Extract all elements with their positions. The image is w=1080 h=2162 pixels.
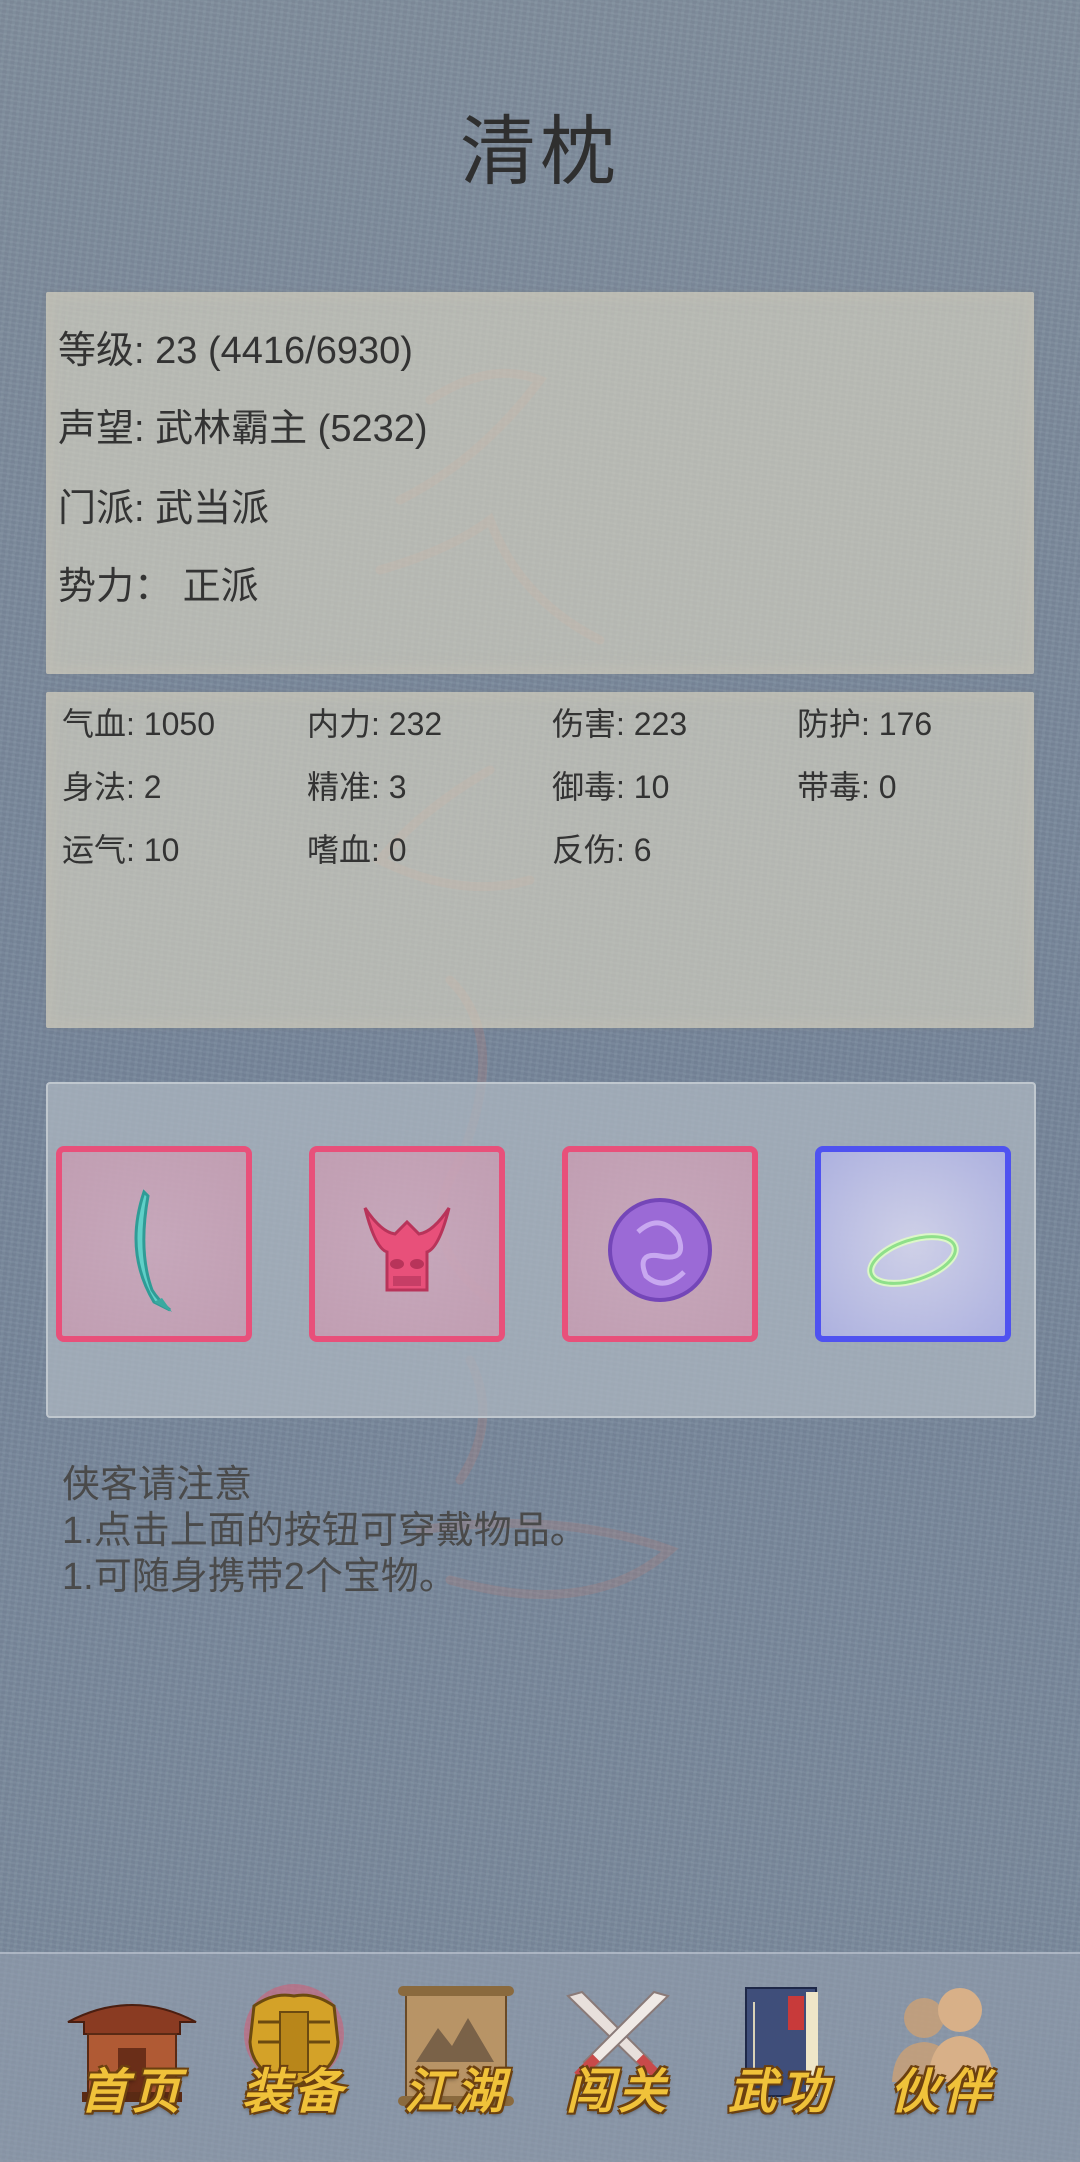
fame-label: 声望:: [58, 408, 145, 450]
stat-agility: 身法: 2: [62, 767, 162, 807]
stat-value: 223: [633, 706, 688, 742]
bottom-nav-bar: 首页 装备 江湖 闯关 武功 伙伴: [0, 1952, 1080, 2162]
notice-line: 1.点击上面的按钮可穿戴物品。: [62, 1510, 588, 1552]
level-value: 23 (4416/6930): [155, 330, 413, 372]
sect-label: 门派:: [58, 488, 145, 530]
notice-block: 侠客请注意 1.点击上面的按钮可穿戴物品。 1.可随身携带2个宝物。: [62, 1462, 588, 1600]
stat-value: 176: [878, 706, 933, 742]
equipment-slot-armor[interactable]: [309, 1146, 505, 1342]
fame-row: 声望: 武林霸主 (5232): [58, 406, 428, 452]
stat-poison-resist: 御毒: 10: [552, 767, 669, 807]
faction-row: 势力： 正派: [58, 564, 259, 610]
stat-label: 反伤:: [552, 832, 625, 868]
stat-damage: 伤害: 223: [552, 704, 687, 744]
stat-poison-carry: 带毒: 0: [797, 767, 897, 807]
stat-value: 2: [143, 769, 162, 805]
stat-label: 防护:: [797, 706, 870, 742]
stat-value: 0: [878, 769, 897, 805]
stat-value: 6: [633, 832, 652, 868]
nav-home-label: 首页: [79, 2064, 184, 2120]
nav-equipment[interactable]: 装备: [224, 1982, 364, 2132]
stat-value: 1050: [143, 706, 215, 742]
nav-challenge-label: 闯关: [565, 2064, 670, 2120]
stat-accuracy: 精准: 3: [307, 767, 407, 807]
purple-orb-icon: [608, 1198, 712, 1302]
jade-ring-icon: [867, 1233, 959, 1287]
faction-value: 正派: [182, 566, 259, 608]
stat-label: 内力:: [307, 706, 380, 742]
equipment-slot-weapon[interactable]: [56, 1146, 252, 1342]
faction-label: 势力：: [58, 566, 173, 608]
stat-reflect: 反伤: 6: [552, 830, 652, 870]
stat-label: 运气:: [62, 832, 135, 868]
stat-label: 精准:: [307, 769, 380, 805]
nav-challenge[interactable]: 闯关: [548, 1982, 688, 2132]
equipment-panel: [46, 1082, 1036, 1418]
nav-jianghu[interactable]: 江湖: [386, 1982, 526, 2132]
notice-line: 1.可随身携带2个宝物。: [62, 1556, 457, 1598]
sect-value: 武当派: [155, 488, 270, 530]
nav-companions-label: 伙伴: [889, 2064, 994, 2120]
notice-heading: 侠客请注意: [62, 1464, 253, 1506]
stat-defense: 防护: 176: [797, 704, 932, 744]
stat-value: 10: [143, 832, 180, 868]
stat-value: 3: [388, 769, 407, 805]
stat-label: 御毒:: [552, 769, 625, 805]
level-row: 等级: 23 (4416/6930): [58, 328, 413, 374]
attributes-panel: 气血: 1050 内力: 232 伤害: 223 防护: 176 身法: 2 精…: [46, 692, 1034, 1028]
stat-hp: 气血: 1050: [62, 704, 215, 744]
curved-blade-icon: [134, 1189, 172, 1312]
nav-martial-arts[interactable]: 武功: [710, 1982, 850, 2132]
demon-mask-armor-icon: [363, 1207, 451, 1292]
stat-label: 嗜血:: [307, 832, 380, 868]
level-label: 等级:: [58, 330, 145, 372]
character-name: 清枕: [460, 110, 620, 195]
stat-label: 身法:: [62, 769, 135, 805]
nav-martial-arts-label: 武功: [727, 2064, 832, 2120]
nav-equipment-label: 装备: [241, 2064, 346, 2120]
nav-companions[interactable]: 伙伴: [872, 1982, 1012, 2132]
stat-label: 伤害:: [552, 706, 625, 742]
stat-value: 0: [388, 832, 407, 868]
character-info-panel: 等级: 23 (4416/6930) 声望: 武林霸主 (5232) 门派: 武…: [46, 292, 1034, 674]
sect-row: 门派: 武当派: [58, 486, 269, 532]
stat-lifesteal: 嗜血: 0: [307, 830, 407, 870]
stat-luck: 运气: 10: [62, 830, 179, 870]
equipment-slot-accessory[interactable]: [562, 1146, 758, 1342]
stat-value: 10: [633, 769, 670, 805]
stat-label: 带毒:: [797, 769, 870, 805]
nav-home[interactable]: 首页: [62, 1982, 202, 2132]
stat-value: 232: [388, 706, 443, 742]
fame-value: 武林霸主 (5232): [155, 408, 428, 450]
stat-internal-power: 内力: 232: [307, 704, 442, 744]
nav-jianghu-label: 江湖: [403, 2064, 508, 2120]
stat-label: 气血:: [62, 706, 135, 742]
equipment-slot-treasure[interactable]: [815, 1146, 1011, 1342]
